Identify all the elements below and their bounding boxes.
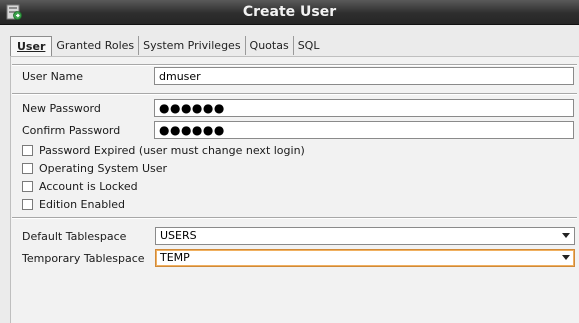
account-locked-checkbox[interactable]: Account is Locked [22,179,138,193]
user-name-label: User Name [22,70,84,83]
operating-system-user-checkbox[interactable]: Operating System User [22,161,167,175]
temporary-tablespace-value: TEMP [160,251,190,264]
edition-enabled-label: Edition Enabled [39,197,126,211]
password-expired-label: Password Expired (user must change next … [39,143,305,157]
checkbox-box[interactable] [22,180,33,192]
checkbox-box[interactable] [22,198,33,210]
default-tablespace-label: Default Tablespace [22,230,127,243]
checkbox-box[interactable] [22,162,33,174]
chevron-down-icon[interactable] [562,255,570,260]
window-title: Create User [242,4,337,20]
tab-user[interactable]: User [10,36,53,57]
account-locked-label: Account is Locked [39,179,138,193]
chevron-down-icon[interactable] [562,233,570,238]
edition-enabled-checkbox[interactable]: Edition Enabled [22,197,125,211]
new-password-input[interactable]: ●●●●●● [154,99,574,117]
section-divider [12,93,577,95]
tab-granted-roles[interactable]: Granted Roles [52,36,140,55]
confirm-password-label: Confirm Password [22,124,121,137]
checkbox-box[interactable] [22,144,33,156]
tab-quotas[interactable]: Quotas [246,36,294,55]
operating-system-user-label: Operating System User [39,161,168,175]
new-password-label: New Password [22,102,101,115]
default-tablespace-value: USERS [160,229,197,242]
tab-sql[interactable]: SQL [294,36,324,55]
confirm-password-input[interactable]: ●●●●●● [154,121,574,139]
default-tablespace-select[interactable]: USERS [155,227,575,245]
user-name-input[interactable] [154,67,574,85]
temporary-tablespace-label: Temporary Tablespace [22,252,145,265]
tab-system-privileges[interactable]: System Privileges [139,36,246,55]
password-expired-checkbox[interactable]: Password Expired (user must change next … [22,143,305,157]
tab-strip: User Granted Roles System Privileges Quo… [10,36,324,57]
section-divider [12,64,577,66]
window-title-bar: Create User [0,0,579,25]
temporary-tablespace-select[interactable]: TEMP [155,249,575,267]
section-divider [12,217,577,219]
